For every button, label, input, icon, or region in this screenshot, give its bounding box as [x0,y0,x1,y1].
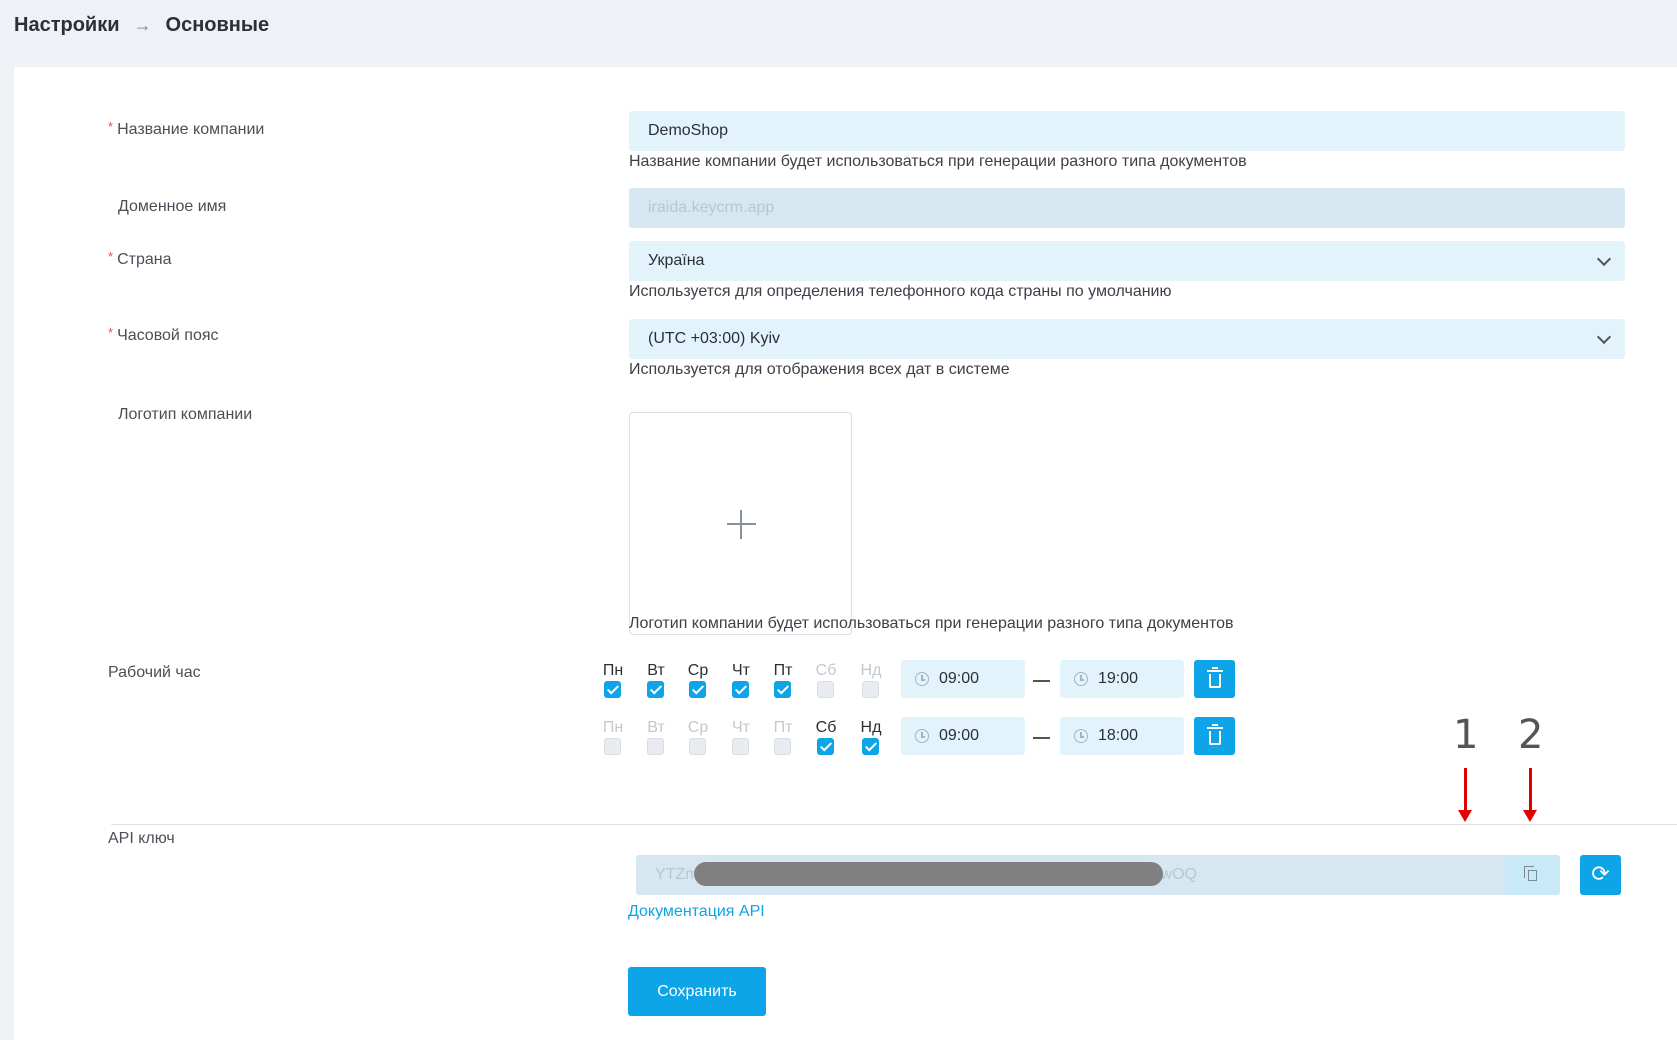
arrow-right-icon: → [133,15,152,35]
clock-icon [1074,729,1088,743]
clock-icon [915,672,929,686]
day-checkbox-tue [647,738,664,755]
company-name-input[interactable]: DemoShop [629,111,1625,151]
country-hint: Используется для определения телефонного… [629,283,1172,300]
annotation-arrow-1 [1458,768,1472,822]
day-label-sun: Нд [860,662,882,679]
day-checkbox-mon[interactable] [604,681,621,698]
day-label-mon: Пн [602,662,624,679]
day-label-tue: Вт [647,719,665,736]
day-checkbox-fri [774,738,791,755]
logo-upload[interactable] [629,412,852,635]
working-hours-label: Рабочий час [108,664,201,681]
annotation-arrow-2 [1523,768,1537,822]
domain-input: iraida.keycrm.app [629,188,1625,228]
day-label-fri: Пт [773,719,793,736]
annotation-marker-1: 1 [1453,712,1479,758]
day-label-fri: Пт [773,662,793,679]
delete-hours-button[interactable] [1194,717,1235,755]
logo-label: Логотип компании [118,406,253,423]
breadcrumb: Настройки → Основные [14,14,269,37]
copy-icon [1524,865,1537,881]
domain-label: Доменное имя [118,198,227,215]
trash-icon [1206,667,1223,688]
regenerate-api-key-button[interactable]: ⟳ [1580,855,1621,895]
day-label-tue: Вт [647,662,665,679]
day-label-wed: Ср [687,662,709,679]
country-label: * Страна [108,249,172,268]
required-mark: * [108,249,114,264]
copy-api-key-button[interactable] [1505,855,1560,895]
breadcrumb-parent[interactable]: Настройки [14,14,120,37]
page-title: Основные [165,14,270,36]
clock-icon [915,729,929,743]
day-checkbox-thu [732,738,749,755]
api-docs-link[interactable]: Документация API [628,903,765,921]
logo-hint: Логотип компании будет использоваться пр… [629,615,1234,632]
company-name-hint: Название компании будет использоваться п… [629,153,1247,170]
day-checkbox-sat [817,681,834,698]
time-to-input[interactable]: 19:00 [1060,660,1184,698]
clock-icon [1074,672,1088,686]
company-name-label: * Название компании [108,119,265,138]
day-checkbox-wed[interactable] [689,681,706,698]
day-label-sat: Сб [815,662,837,679]
range-dash [1033,680,1050,682]
day-checkbox-wed [689,738,706,755]
save-button[interactable]: Сохранить [628,967,766,1016]
day-label-sun: Нд [860,719,882,736]
day-label-sat: Сб [815,719,837,736]
country-select[interactable]: Україна [629,241,1625,281]
day-checkbox-sun [862,681,879,698]
api-key-label: API ключ [108,830,175,847]
day-checkbox-sat[interactable] [817,738,834,755]
day-label-wed: Ср [687,719,709,736]
day-label-thu: Чт [732,719,750,736]
time-from-input[interactable]: 09:00 [901,717,1025,755]
day-checkbox-mon [604,738,621,755]
required-mark: * [108,325,114,340]
range-dash [1033,737,1050,739]
section-divider [111,824,1677,825]
day-checkbox-tue[interactable] [647,681,664,698]
chevron-down-icon [1596,329,1612,345]
timezone-select[interactable]: (UTC +03:00) Kyiv [629,319,1625,359]
time-to-input[interactable]: 18:00 [1060,717,1184,755]
timezone-label: * Часовой пояс [108,325,219,344]
day-checkbox-fri[interactable] [774,681,791,698]
day-checkbox-sun[interactable] [862,738,879,755]
redaction-bar [694,862,1163,886]
day-checkbox-thu[interactable] [732,681,749,698]
day-label-thu: Чт [732,662,750,679]
chevron-down-icon [1596,251,1612,267]
delete-hours-button[interactable] [1194,660,1235,698]
trash-icon [1206,724,1223,745]
refresh-icon: ⟳ [1591,862,1610,887]
timezone-hint: Используется для отображения всех дат в … [629,361,1010,378]
time-from-input[interactable]: 09:00 [901,660,1025,698]
day-label-mon: Пн [602,719,624,736]
annotation-marker-2: 2 [1518,712,1544,758]
required-mark: * [108,119,114,134]
